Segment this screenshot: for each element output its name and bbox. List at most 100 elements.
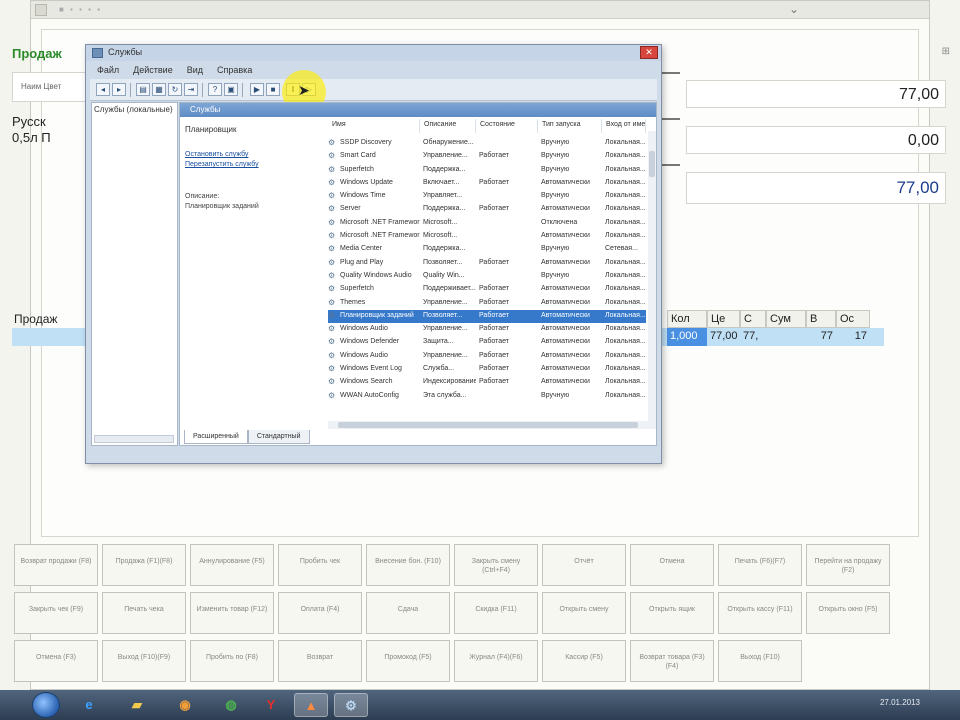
list-item[interactable]: ⚙ Windows Update Включает... Работает Автома…: [328, 177, 646, 190]
function-button[interactable]: Оплата (F4): [278, 592, 362, 634]
stop-service-icon[interactable]: ■: [266, 83, 280, 96]
list-item[interactable]: ⚙ Server Поддержка... Работает Автоматически…: [328, 203, 646, 216]
refresh-icon[interactable]: ↻: [168, 83, 182, 96]
list-item[interactable]: ⚙ Windows Audio Управление... Работает Автом…: [328, 323, 646, 336]
function-button[interactable]: Открыть ящик: [630, 592, 714, 634]
list-item[interactable]: ⚙ Windows Time Управляет... Вручную Локальна…: [328, 190, 646, 203]
chevron-down-icon[interactable]: ⌄: [789, 2, 799, 16]
services-icon[interactable]: ⚙: [334, 693, 368, 717]
col-header-startup-type[interactable]: Тип запуска: [538, 119, 602, 133]
restart-service-link[interactable]: Перезапустить службу: [185, 161, 259, 168]
function-button[interactable]: Закрыть чек (F9): [14, 592, 98, 634]
pin-icon[interactable]: ⊞: [942, 46, 950, 57]
close-button[interactable]: ✕: [640, 46, 658, 59]
grid-cell[interactable]: 77: [806, 328, 836, 346]
function-button[interactable]: Печать чека: [102, 592, 186, 634]
function-button[interactable]: Открыть кассу (F11): [718, 592, 802, 634]
ie-icon[interactable]: e: [72, 693, 106, 717]
list-item[interactable]: ⚙ Windows Defender Защита... Работает Автома…: [328, 336, 646, 349]
grid-col-header[interactable]: С: [740, 310, 766, 328]
services-titlebar[interactable]: Службы ✕: [86, 45, 661, 61]
grid-col-header[interactable]: Кол: [667, 310, 707, 328]
grid-col-header[interactable]: В: [806, 310, 836, 328]
list-item[interactable]: ⚙ Themes Управление... Работает Автоматическ…: [328, 297, 646, 310]
discount-amount-field[interactable]: 0,00: [686, 126, 946, 154]
function-button[interactable]: Выход (F10): [718, 640, 802, 682]
list-item[interactable]: ⚙ Microsoft .NET Framework Microsoft... Авт…: [328, 230, 646, 243]
list-item[interactable]: ⚙ SSDP Discovery Обнаружение... Вручную Лока…: [328, 137, 646, 150]
tab-standard[interactable]: Стандартный: [247, 430, 310, 444]
function-button[interactable]: Пробить чек: [278, 544, 362, 586]
forward-icon[interactable]: ▸: [112, 83, 126, 96]
grid-cell[interactable]: [766, 328, 806, 346]
function-button[interactable]: Кассир (F5): [542, 640, 626, 682]
list-item[interactable]: ⚙ WWAN AutoConfig Эта служба... Вручную Лока…: [328, 390, 646, 403]
menu-view[interactable]: Вид: [180, 63, 210, 79]
stop-service-link[interactable]: Остановить службу: [185, 151, 248, 158]
horizontal-scrollbar[interactable]: [328, 421, 656, 429]
col-header-logon-as[interactable]: Вход от имени: [602, 119, 646, 133]
function-button[interactable]: Журнал (F4)(F6): [454, 640, 538, 682]
start-button[interactable]: [32, 692, 60, 718]
total-amount-field[interactable]: 77,00: [686, 80, 946, 108]
horizontal-scrollbar[interactable]: [94, 435, 174, 443]
function-button[interactable]: Возврат: [278, 640, 362, 682]
function-button[interactable]: Промокод (F5): [366, 640, 450, 682]
start-service-icon[interactable]: ▶: [250, 83, 264, 96]
menu-file[interactable]: Файл: [90, 63, 126, 79]
list-item[interactable]: ⚙ Superfetch Поддерживает... Работает Автома…: [328, 283, 646, 296]
grid-cell[interactable]: 77,: [740, 328, 766, 346]
list-item[interactable]: ⚙ Plug and Play Позволяет... Работает Автома…: [328, 257, 646, 270]
yandex-icon[interactable]: Y: [254, 693, 288, 717]
function-button[interactable]: Перейти на продажу (F2): [806, 544, 890, 586]
list-item[interactable]: ⚙ Media Center Поддержка... Вручную Сетевая.…: [328, 243, 646, 256]
tab-extended[interactable]: Расширенный: [184, 430, 248, 444]
function-button[interactable]: Открыть окно (F5): [806, 592, 890, 634]
function-button[interactable]: Пробить по (F8): [190, 640, 274, 682]
help-icon[interactable]: ?: [208, 83, 222, 96]
grid-col-header[interactable]: Це: [707, 310, 740, 328]
list-item[interactable]: ⚙ Windows Search Индексирование...Работает…: [328, 376, 646, 389]
function-button[interactable]: Выход (F10)(F9): [102, 640, 186, 682]
function-button[interactable]: Внесение бон. (F10): [366, 544, 450, 586]
list-item[interactable]: ⚙ Планировщик заданий Позволяет... Работает…: [328, 309, 646, 324]
function-button[interactable]: Открыть смену: [542, 592, 626, 634]
function-button[interactable]: Аннулирование (F5): [190, 544, 274, 586]
console-icon[interactable]: ▣: [224, 83, 238, 96]
function-button[interactable]: Отчёт: [542, 544, 626, 586]
back-icon[interactable]: ◂: [96, 83, 110, 96]
function-button[interactable]: Сдача: [366, 592, 450, 634]
menu-action[interactable]: Действие: [126, 63, 180, 79]
vertical-scrollbar[interactable]: [648, 131, 656, 427]
grid-cell[interactable]: 77,00: [707, 328, 740, 346]
grid-col-header[interactable]: Ос: [836, 310, 870, 328]
list-item[interactable]: ⚙ Microsoft .NET Framework Microsoft... Отк…: [328, 217, 646, 230]
col-header-status[interactable]: Состояние: [476, 119, 538, 133]
scrollbar-thumb[interactable]: [649, 151, 655, 177]
show-hide-tree-icon[interactable]: ▤: [136, 83, 150, 96]
properties-icon[interactable]: ▦: [152, 83, 166, 96]
function-button[interactable]: Отмена (F3): [14, 640, 98, 682]
grid-cell[interactable]: 17: [836, 328, 870, 346]
pos-app-icon[interactable]: ▲: [294, 693, 328, 717]
list-item[interactable]: ⚙ Quality Windows Audio Quality Win... Вруч…: [328, 270, 646, 283]
function-button[interactable]: Изменить товар (F12): [190, 592, 274, 634]
list-item[interactable]: ⚙ Smart Card Управление... Работает Вручную Л…: [328, 150, 646, 163]
function-button[interactable]: Возврат продажи (F8): [14, 544, 98, 586]
media-player-icon[interactable]: ◉: [168, 693, 202, 717]
function-button[interactable]: Закрыть смену (Ctrl+F4): [454, 544, 538, 586]
col-header-name[interactable]: Имя: [328, 119, 420, 133]
col-header-description[interactable]: Описание: [420, 119, 476, 133]
menu-help[interactable]: Справка: [210, 63, 259, 79]
list-item[interactable]: ⚙ Windows Event Log Служба... Работает Автом…: [328, 363, 646, 376]
function-button[interactable]: Печать (F6)(F7): [718, 544, 802, 586]
grid-col-header[interactable]: Сум: [766, 310, 806, 328]
function-button[interactable]: Скидка (F11): [454, 592, 538, 634]
export-icon[interactable]: ⇥: [184, 83, 198, 96]
folder-icon[interactable]: ▰: [120, 693, 154, 717]
tree-item-services-local[interactable]: Службы (локальные): [94, 105, 173, 114]
function-button[interactable]: Возврат товара (F3)(F4): [630, 640, 714, 682]
function-button[interactable]: Продажа (F1)(F8): [102, 544, 186, 586]
grid-cell[interactable]: 1,000: [667, 328, 707, 346]
chrome-icon[interactable]: ◍: [214, 693, 248, 717]
